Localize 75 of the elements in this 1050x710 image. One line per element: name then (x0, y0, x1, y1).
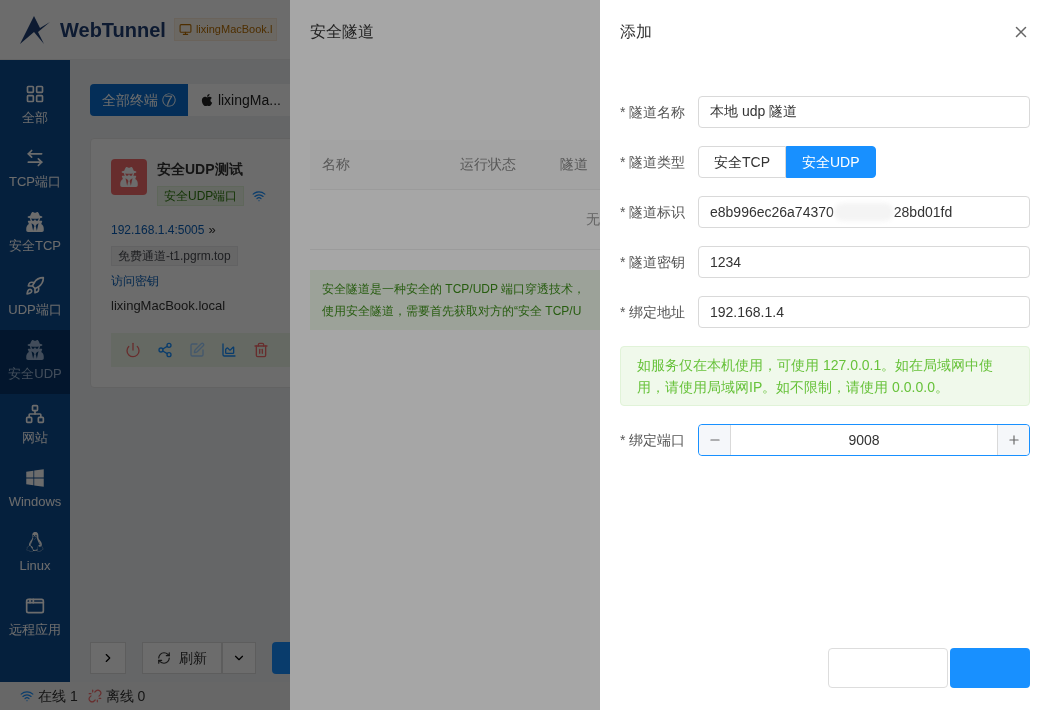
sidebar-item[interactable]: Windows (0, 458, 70, 522)
field-label: * 隧道密钥 (620, 252, 687, 272)
refresh-button[interactable]: 刷新 (142, 642, 222, 674)
share-icon (157, 342, 173, 358)
text-field[interactable]: 192.168.1.4 (698, 296, 1030, 328)
notice-text: 使用安全隧道，需要首先获取对方的“安全 TCP/U (322, 303, 583, 320)
sidebar-item[interactable]: 全部 (0, 74, 70, 138)
apple-icon (199, 93, 214, 107)
address-link[interactable]: 192.168.1.4:5005 (111, 220, 205, 239)
text-field[interactable]: 1234 (698, 246, 1030, 278)
sidebar-item[interactable]: 远程应用 (0, 586, 70, 650)
radio-button[interactable]: 安全TCP (698, 146, 786, 178)
sidebar-item[interactable]: Linux (0, 522, 70, 586)
refresh-icon (157, 651, 171, 665)
sidebar-item[interactable]: 安全TCP (0, 202, 70, 266)
tab[interactable]: lixingMa... (187, 84, 293, 116)
windows-icon (25, 468, 45, 489)
field-value: e8b996ec26a74370 (710, 202, 834, 222)
agent-icon (25, 340, 45, 361)
column-header: 运行状态 (460, 155, 517, 174)
sidebar-item[interactable]: 网站 (0, 394, 70, 458)
sidebar-item[interactable]: TCP端口 (0, 138, 70, 202)
tab[interactable]: 全部终端 ⑦ (90, 84, 188, 116)
unlink-icon (87, 689, 102, 703)
address-arrow: » (208, 221, 216, 239)
penguin-icon (25, 532, 45, 553)
rocket-icon (25, 276, 45, 297)
field-label: * 隧道标识 (620, 202, 687, 222)
app-window-icon (25, 596, 45, 617)
offline-count: 离线 0 (105, 686, 146, 706)
cancel-button[interactable] (828, 648, 948, 688)
agent-icon (25, 212, 45, 233)
radio-button[interactable]: 安全UDP (786, 146, 876, 178)
field-label: * 绑定地址 (620, 302, 687, 322)
trash-icon (253, 342, 269, 358)
drawer-title: 添加 (620, 22, 652, 42)
dropdown-button[interactable] (222, 642, 256, 674)
arrows-icon (25, 148, 45, 169)
sidebar-item[interactable]: 安全UDP (0, 330, 70, 394)
channel-tag: 免费通道-t1.pgrm.top (111, 245, 238, 266)
chart-icon (221, 342, 237, 358)
plus-button[interactable] (997, 425, 1029, 455)
device-tag: lixingMacBook.l (173, 18, 278, 41)
online-count: 在线 1 (38, 686, 78, 706)
text-field[interactable]: 本地 udp 隧道 (698, 96, 1030, 128)
monitor-icon (178, 23, 192, 36)
notice-text: 安全隧道是一种安全的 TCP/UDP 端口穿透技术， (322, 281, 587, 298)
wifi-icon (20, 689, 34, 703)
drawer-title: 安全隧道 (310, 22, 375, 42)
column-header: 隧道 (560, 155, 588, 174)
grid-icon (25, 84, 45, 105)
card-title: 安全UDP测试 (157, 160, 244, 179)
number-field[interactable]: 9008 (698, 424, 1030, 456)
empty-text: 无 (586, 210, 600, 229)
power-icon (125, 342, 141, 358)
submit-button[interactable] (950, 648, 1030, 688)
field-label: * 隧道类型 (620, 152, 687, 172)
field-value: 28bd01fd (893, 202, 953, 222)
minus-button[interactable] (699, 425, 731, 455)
hint-alert: 如服务仅在本机使用，可使用 127.0.0.1。如在局域网中使用，请使用局域网IP。如不限制，请使用 0.0.0.0。 (620, 346, 1030, 406)
field-value: 9008 (847, 430, 881, 450)
column-header: 名称 (321, 155, 351, 174)
wifi-icon (252, 189, 267, 203)
agent-icon (111, 159, 147, 195)
text-field[interactable]: e8b996ec26a74370 28bd01fd (698, 196, 1030, 228)
sidebar-item[interactable]: UDP端口 (0, 266, 70, 330)
plus-icon (1006, 433, 1021, 447)
logo-text: WebTunnel (60, 17, 166, 43)
network-icon (25, 404, 45, 425)
host-name: lixingMacBook.local (111, 296, 227, 315)
expand-button[interactable] (90, 642, 126, 674)
type-tag: 安全UDP端口 (157, 186, 245, 206)
field-label: * 隧道名称 (620, 102, 687, 122)
edit-icon (189, 342, 205, 358)
field-label: * 绑定端口 (620, 430, 687, 450)
